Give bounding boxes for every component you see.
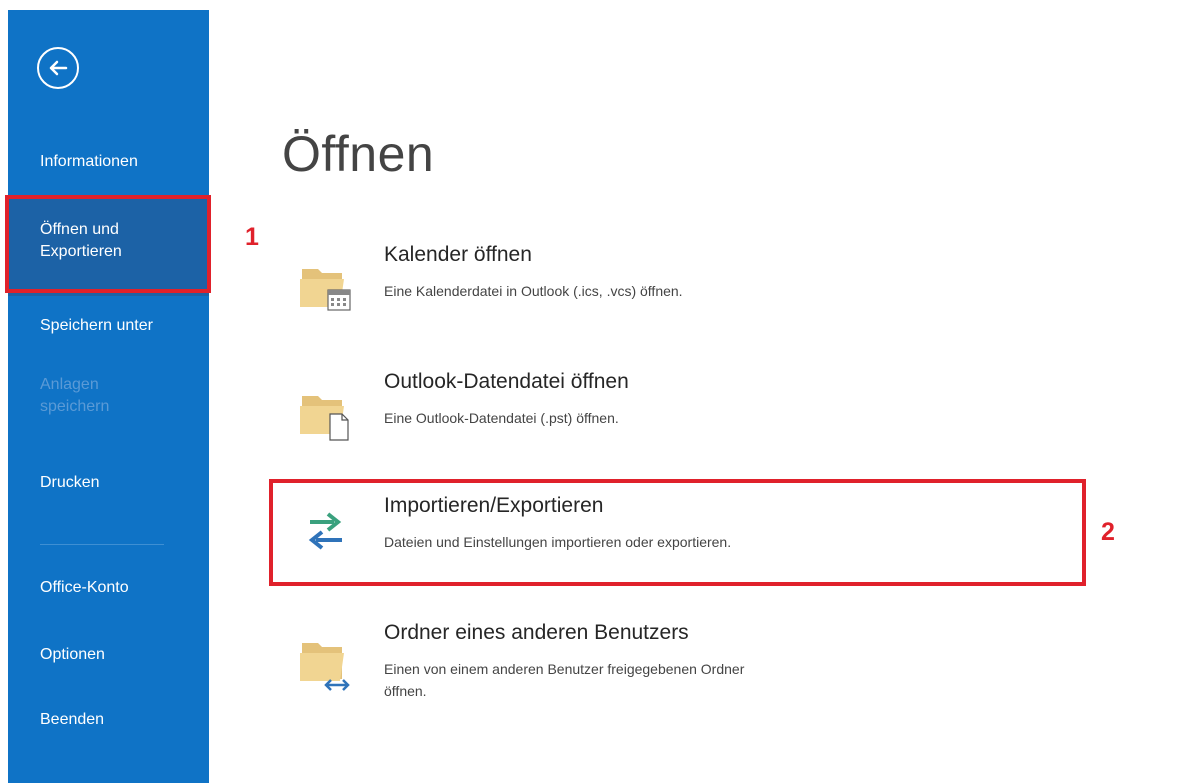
- option-description-line1: Einen von einem anderen Benutzer freigeg…: [384, 661, 745, 677]
- nav-item-label: Beenden: [40, 711, 105, 728]
- nav-item-label: Informationen: [40, 153, 138, 170]
- option-title: Outlook-Datendatei öffnen: [384, 370, 629, 393]
- nav-item-label-line1: Anlagen: [40, 376, 99, 393]
- nav-item-label: Speichern unter: [40, 317, 153, 334]
- backstage-sidebar: Informationen Öffnen und Exportieren Spe…: [8, 10, 209, 783]
- option-kalender-oeffnen[interactable]: Kalender öffnen Eine Kalenderdatei in Ou…: [298, 243, 898, 333]
- option-description-line2: öffnen.: [384, 683, 427, 699]
- nav-item-beenden[interactable]: Beenden: [40, 709, 104, 731]
- option-title: Ordner eines anderen Benutzers: [384, 621, 689, 644]
- nav-item-anlagen-speichern: Anlagen speichern: [40, 374, 109, 418]
- option-description: Eine Outlook-Datendatei (.pst) öffnen.: [384, 410, 619, 426]
- nav-item-label-line2: speichern: [40, 398, 110, 415]
- back-button[interactable]: [37, 47, 79, 89]
- annotation-box-1: [5, 195, 211, 293]
- option-outlook-datendatei-oeffnen[interactable]: Outlook-Datendatei öffnen Eine Outlook-D…: [298, 370, 898, 460]
- nav-item-office-konto[interactable]: Office-Konto: [40, 577, 129, 599]
- folder-calendar-icon: [300, 269, 351, 311]
- option-description: Einen von einem anderen Benutzer freigeg…: [384, 658, 944, 702]
- annotation-marker-2: 2: [1101, 518, 1115, 546]
- nav-item-label: Office-Konto: [40, 579, 129, 596]
- nav-item-drucken[interactable]: Drucken: [40, 472, 100, 494]
- arrow-left-icon: [49, 60, 68, 76]
- folder-document-icon: [300, 396, 349, 441]
- nav-divider: [40, 544, 164, 545]
- option-title: Kalender öffnen: [384, 243, 532, 266]
- nav-item-label: Optionen: [40, 646, 105, 663]
- shared-folder-icon: [300, 643, 350, 691]
- nav-item-informationen[interactable]: Informationen: [40, 151, 138, 173]
- main-panel: Öffnen Kalender öffnen Eine Kalenderdate…: [210, 0, 1203, 783]
- page-title: Öffnen: [282, 126, 435, 182]
- option-ordner-anderer-benutzer[interactable]: Ordner eines anderen Benutzers Einen von…: [298, 621, 898, 711]
- option-description: Eine Kalenderdatei in Outlook (.ics, .vc…: [384, 283, 683, 299]
- annotation-box-2: [269, 479, 1086, 586]
- nav-item-optionen[interactable]: Optionen: [40, 644, 105, 666]
- nav-item-label: Drucken: [40, 474, 100, 491]
- nav-item-speichern-unter[interactable]: Speichern unter: [40, 315, 153, 337]
